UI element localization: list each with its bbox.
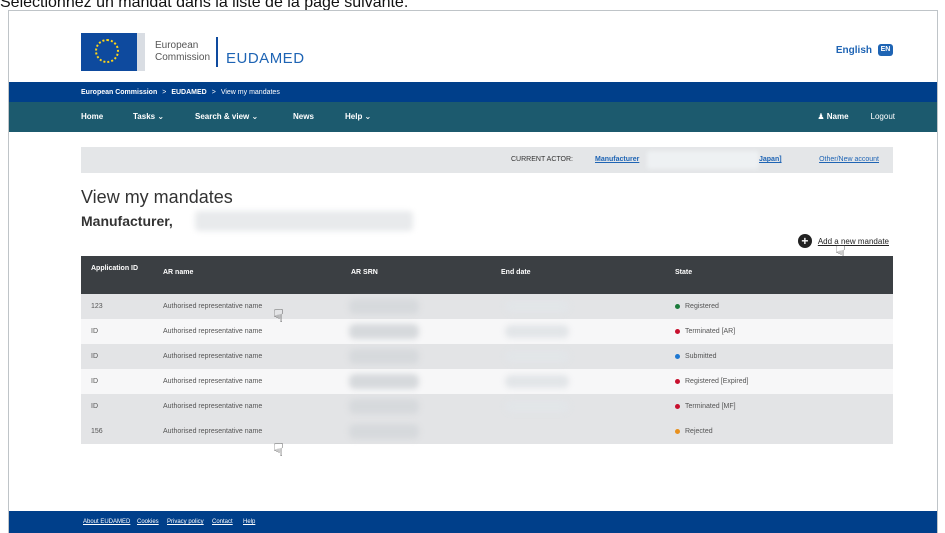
add-mandate-label: Add a new mandate [817,236,889,246]
breadcrumb: European Commission > EUDAMED > View my … [9,82,937,102]
status-dot [675,378,680,384]
cell-state: Submitted [675,353,717,360]
nav-logout[interactable]: Logout [871,112,895,121]
breadcrumb-separator: > [211,88,216,96]
footer-help[interactable]: Help [243,519,255,525]
cell-id: ID [91,403,98,410]
cell-id: ID [91,328,98,335]
cell-state: Registered [675,303,719,310]
footer-about[interactable]: About EUDAMED [83,519,130,525]
nav-help[interactable]: Help ⌄ [345,112,371,121]
table-row[interactable]: ID Authorised representative name Termin… [81,394,893,419]
status-dot [675,303,680,309]
other-account-link[interactable]: Other/New account [819,156,879,163]
redacted-srn [349,299,419,314]
nav-search-view[interactable]: Search & view ⌄ [195,112,258,121]
nav-tasks[interactable]: Tasks ⌄ [133,112,164,121]
cell-ar-name[interactable]: Authorised representative name [163,353,262,360]
footer-privacy[interactable]: Privacy policy [167,519,204,525]
current-actor-link[interactable]: Manufacturer [595,156,639,163]
col-state[interactable]: State [675,269,692,276]
page-subtitle: Manufacturer, [81,213,173,229]
footer-cookies[interactable]: Cookies [137,519,159,525]
redacted-end-date [505,300,569,313]
mandates-table: Application ID AR name AR SRN End date S… [81,256,893,444]
ec-line2: Commission [155,52,211,63]
eu-flag-icon [81,33,145,71]
breadcrumb-item-eudamed[interactable]: EUDAMED [171,89,206,96]
status-dot [675,328,680,334]
cell-id: 156 [91,428,103,435]
cell-id: 123 [91,303,103,310]
redacted-end-date [505,325,569,338]
redacted-srn [349,349,419,364]
redacted-srn [349,424,419,439]
logo-separator [216,37,219,67]
app-name: EUDAMED [226,49,305,67]
plus-icon: + [797,234,812,248]
table-header: Application ID AR name AR SRN End date S… [81,256,893,294]
nav-home[interactable]: Home [81,112,103,121]
status-dot [675,403,680,409]
page-title: View my mandates [81,187,233,207]
user-name: Name [826,112,849,121]
cell-ar-name[interactable]: Authorised representative name [163,303,262,310]
cell-id: ID [91,378,98,385]
table-row[interactable]: ID Authorised representative name Termin… [81,319,893,344]
status-dot [675,353,680,359]
cell-ar-name[interactable]: Authorised representative name [163,428,262,435]
breadcrumb-separator: > [162,88,167,96]
site-header: European Commission EUDAMED English EN [9,11,937,81]
table-row[interactable]: ID Authorised representative name Regist… [81,369,893,394]
col-end-date[interactable]: End date [501,269,531,276]
language-icon: EN [878,44,893,56]
nav-user[interactable]: ♟ Name [817,112,848,121]
site-footer: About EUDAMED Cookies Privacy policy Con… [9,511,937,533]
col-ar-name[interactable]: AR name [163,269,193,276]
browser-frame: European Commission EUDAMED English EN E… [8,10,938,533]
hand-cursor-icon: ☟ [273,306,284,326]
table-row[interactable]: 156 Authorised representative name Rejec… [81,419,893,444]
language-label: English [835,44,872,56]
table-row[interactable]: 123 Authorised representative name Regis… [81,294,893,319]
cell-ar-name[interactable]: Authorised representative name [163,328,262,335]
user-icon: ♟ [817,112,825,121]
main-nav: Home Tasks ⌄ Search & view ⌄ News Help ⌄… [9,102,937,132]
language-selector[interactable]: English EN [836,44,893,56]
cell-id: ID [91,353,98,360]
current-actor-label: CURRENT ACTOR: [511,156,573,163]
footer-contact[interactable]: Contact [212,519,233,525]
col-ar-srn[interactable]: AR SRN [351,269,378,276]
nav-news[interactable]: News [293,112,314,121]
redacted-actor-name [647,151,759,169]
cell-state: Terminated [MF] [675,403,736,410]
redacted-end-date [505,375,569,388]
col-application-id[interactable]: Application ID [91,264,147,274]
cell-ar-name[interactable]: Authorised representative name [163,403,262,410]
current-actor-link-end[interactable]: Japan] [759,156,782,163]
breadcrumb-item-ec[interactable]: European Commission [81,89,157,96]
redacted-end-date [505,350,569,363]
redacted-srn [349,399,419,414]
cell-state: Registered [Expired] [675,378,748,385]
cell-ar-name[interactable]: Authorised representative name [163,378,262,385]
redacted-manufacturer-name [195,211,413,231]
ec-wordmark: European Commission [155,40,210,64]
ec-line1: European [155,40,199,51]
hand-cursor-icon: ☟ [273,440,284,460]
cell-state: Rejected [675,428,713,435]
status-dot [675,428,680,434]
cell-state: Terminated [AR] [675,328,735,335]
table-row[interactable]: ID Authorised representative name Submit… [81,344,893,369]
breadcrumb-item-current: View my mandates [220,88,280,96]
redacted-srn [349,374,419,389]
ec-logo[interactable]: European Commission EUDAMED [81,33,305,71]
redacted-end-date [505,400,569,413]
current-actor-bar: CURRENT ACTOR: Manufacturer Japan] Other… [81,147,893,173]
redacted-srn [349,324,419,339]
